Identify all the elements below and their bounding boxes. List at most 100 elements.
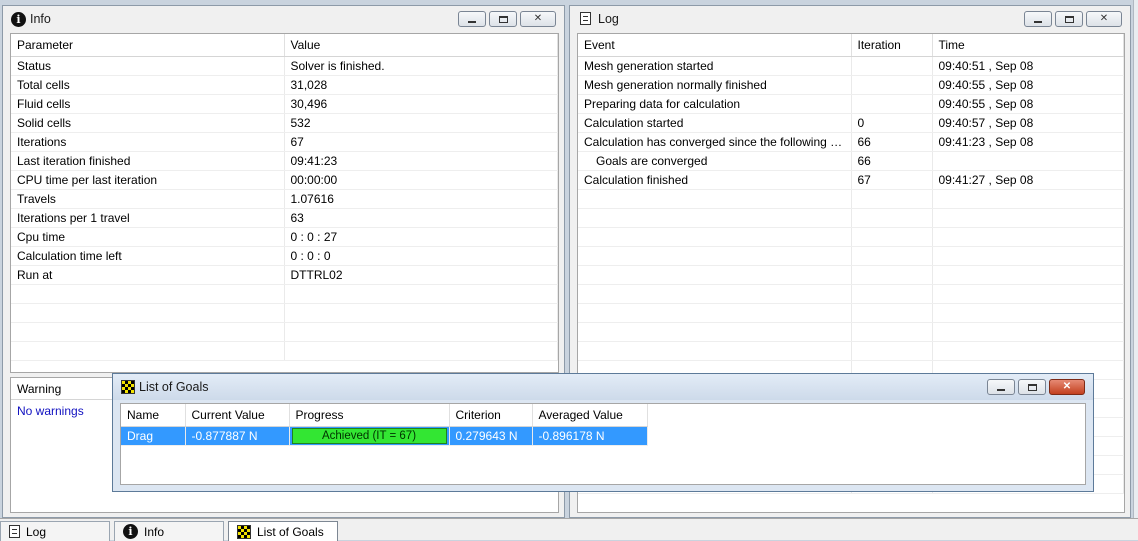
info-column-header[interactable]: Parameter (11, 34, 285, 57)
info-row[interactable]: Fluid cells 30,496 (11, 94, 558, 114)
log-row[interactable]: Calculation finished 67 09:41:27 , Sep 08 (578, 170, 1124, 190)
info-table: Parameter Value Status Solver is finished… (11, 34, 558, 361)
empty-cell (578, 189, 852, 209)
log-row[interactable]: Calculation has converged since the foll… (578, 132, 1124, 152)
goal-name: Drag (121, 426, 186, 446)
info-row[interactable]: Cpu time 0 : 0 : 27 (11, 227, 558, 247)
goals-minimize-button[interactable] (987, 379, 1015, 395)
info-row[interactable]: Solid cells 532 (11, 113, 558, 133)
info-maximize-button[interactable] (489, 11, 517, 27)
log-row[interactable] (578, 227, 1124, 247)
log-iteration (851, 94, 933, 114)
log-row[interactable]: Calculation started 0 09:40:57 , Sep 08 (578, 113, 1124, 133)
empty-cell (578, 284, 852, 304)
log-time (932, 151, 1124, 171)
empty-cell (578, 246, 852, 266)
log-time: 09:40:55 , Sep 08 (932, 94, 1124, 114)
log-row[interactable]: Goals are converged 66 (578, 151, 1124, 171)
info-parameter: Last iteration finished (11, 151, 285, 171)
info-row[interactable]: Iterations per 1 travel 63 (11, 208, 558, 228)
info-row[interactable]: Calculation time left 0 : 0 : 0 (11, 246, 558, 266)
tab-log[interactable]: Log (0, 521, 110, 541)
log-maximize-button[interactable] (1055, 11, 1083, 27)
info-row[interactable]: Iterations 67 (11, 132, 558, 152)
goals-column-header[interactable]: Averaged Value (532, 404, 648, 427)
log-row[interactable]: Mesh generation normally finished 09:40:5… (578, 75, 1124, 95)
log-row[interactable] (578, 246, 1124, 266)
goals-title: List of Goals (139, 380, 209, 394)
goals-flag-icon (237, 524, 251, 539)
goals-column-header[interactable]: Criterion (449, 404, 533, 427)
log-column-header[interactable]: Iteration (851, 34, 933, 57)
goal-row[interactable]: Drag -0.877887 N Achieved (IT = 67) 0.27… (121, 426, 648, 446)
log-iteration: 0 (851, 113, 933, 133)
log-iteration: 66 (851, 151, 933, 171)
empty-cell (932, 227, 1124, 247)
close-icon: ✕ (533, 13, 543, 24)
scrollbar-edge[interactable] (1133, 0, 1138, 518)
empty-cell (851, 208, 933, 228)
log-event: Calculation finished (578, 170, 852, 190)
goals-titlebar[interactable]: List of Goals ✕ (113, 374, 1093, 400)
log-row[interactable] (578, 284, 1124, 304)
goals-close-button[interactable]: ✕ (1049, 379, 1085, 395)
info-icon: i (11, 11, 26, 27)
goals-table: Name Current Value Progress Criterion Av… (121, 404, 648, 446)
log-row[interactable] (578, 208, 1124, 228)
log-iteration: 66 (851, 132, 933, 152)
log-row[interactable] (578, 341, 1124, 361)
log-minimize-button[interactable] (1024, 11, 1052, 27)
info-value: 63 (284, 208, 558, 228)
empty-cell (932, 284, 1124, 304)
goals-column-header[interactable]: Name (121, 404, 186, 427)
info-row[interactable]: Total cells 31,028 (11, 75, 558, 95)
info-row[interactable]: Run at DTTRL02 (11, 265, 558, 285)
log-titlebar[interactable]: Log ✕ (570, 6, 1130, 32)
tab-info[interactable]: i Info (114, 521, 224, 541)
info-row[interactable] (11, 284, 558, 304)
log-row[interactable] (578, 322, 1124, 342)
info-row[interactable]: CPU time per last iteration 00:00:00 (11, 170, 558, 190)
info-row[interactable]: Last iteration finished 09:41:23 (11, 151, 558, 171)
empty-cell (578, 303, 852, 323)
log-row[interactable] (578, 265, 1124, 285)
info-close-button[interactable]: ✕ (520, 11, 556, 27)
empty-cell (284, 341, 558, 361)
info-row[interactable]: Status Solver is finished. (11, 56, 558, 76)
goal-current-value: -0.877887 N (185, 426, 290, 446)
info-parameter: CPU time per last iteration (11, 170, 285, 190)
info-titlebar[interactable]: i Info ✕ (3, 6, 564, 32)
info-row[interactable] (11, 303, 558, 323)
log-row[interactable]: Preparing data for calculation 09:40:55 ,… (578, 94, 1124, 114)
log-event: Calculation started (578, 113, 852, 133)
info-minimize-button[interactable] (458, 11, 486, 27)
minimize-icon (997, 389, 1005, 391)
minimize-icon (468, 21, 476, 23)
log-close-button[interactable]: ✕ (1086, 11, 1122, 27)
goals-column-header[interactable]: Progress (289, 404, 450, 427)
info-value: 31,028 (284, 75, 558, 95)
log-time: 09:40:57 , Sep 08 (932, 113, 1124, 133)
close-icon: ✕ (1099, 13, 1109, 24)
info-value: 00:00:00 (284, 170, 558, 190)
tab-label: Info (144, 524, 165, 539)
info-row[interactable] (11, 341, 558, 361)
info-parameter: Fluid cells (11, 94, 285, 114)
log-row[interactable]: Mesh generation started 09:40:51 , Sep 08 (578, 56, 1124, 76)
log-column-header[interactable]: Time (932, 34, 1124, 57)
tab-list-of-goals[interactable]: List of Goals (228, 521, 338, 541)
info-row[interactable] (11, 322, 558, 342)
info-value: 67 (284, 132, 558, 152)
log-event: Mesh generation normally finished (578, 75, 852, 95)
info-column-header[interactable]: Value (284, 34, 558, 57)
log-column-header[interactable]: Event (578, 34, 852, 57)
goals-maximize-button[interactable] (1018, 379, 1046, 395)
goals-column-header[interactable]: Current Value (185, 404, 290, 427)
log-time: 09:41:27 , Sep 08 (932, 170, 1124, 190)
empty-cell (851, 322, 933, 342)
info-row[interactable]: Travels 1.07616 (11, 189, 558, 209)
log-row[interactable] (578, 189, 1124, 209)
log-event: Mesh generation started (578, 56, 852, 76)
log-row[interactable] (578, 303, 1124, 323)
info-value: 30,496 (284, 94, 558, 114)
